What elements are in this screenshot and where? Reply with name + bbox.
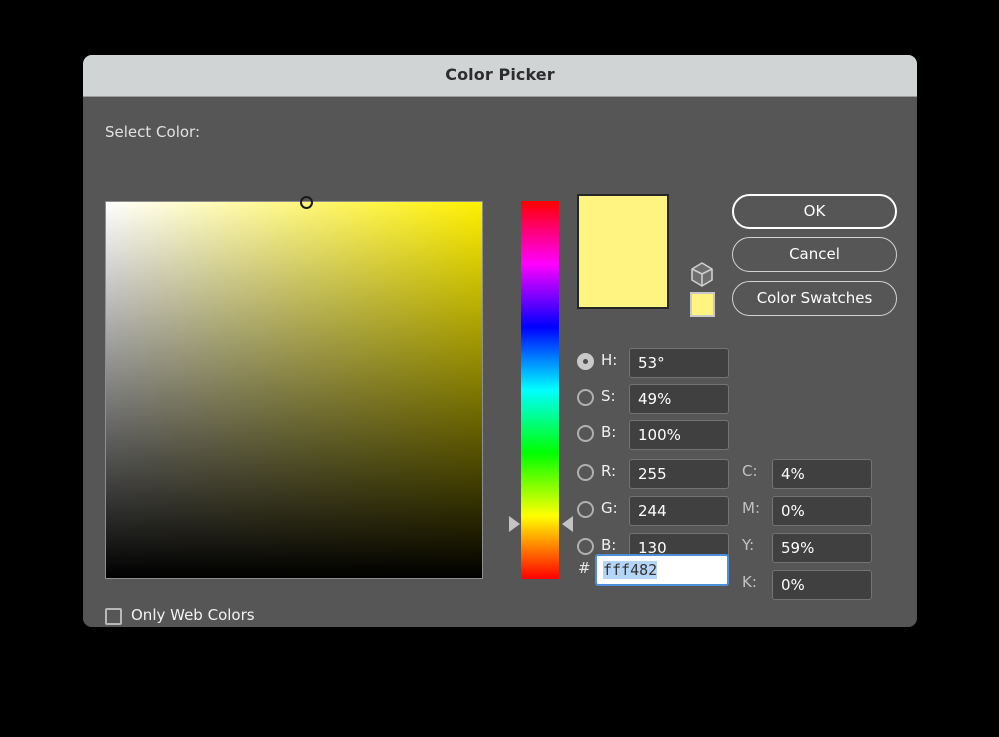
label-black: K: — [742, 573, 757, 591]
label-magenta: M: — [742, 499, 760, 517]
hex-input[interactable] — [595, 554, 729, 586]
ok-button[interactable]: OK — [732, 194, 897, 229]
color-swatches-button[interactable]: Color Swatches — [732, 281, 897, 316]
dialog-title: Color Picker — [445, 65, 555, 84]
input-brightness[interactable] — [629, 420, 729, 450]
saturation-brightness-square[interactable] — [105, 195, 483, 579]
sb-cursor-icon[interactable] — [299, 195, 313, 209]
label-green: G: — [601, 499, 618, 517]
radio-blue[interactable] — [577, 538, 594, 555]
label-brightness: B: — [601, 423, 617, 441]
radio-saturation[interactable] — [577, 389, 594, 406]
hue-slider[interactable] — [507, 201, 577, 579]
dialog-titlebar[interactable]: Color Picker — [83, 55, 917, 97]
color-picker-dialog: Color Picker Select Color: OK Cancel Col… — [83, 55, 917, 627]
select-color-label: Select Color: — [105, 123, 200, 141]
radio-brightness[interactable] — [577, 425, 594, 442]
cancel-button[interactable]: Cancel — [732, 237, 897, 272]
label-cyan: C: — [742, 462, 758, 480]
radio-red[interactable] — [577, 464, 594, 481]
radio-green[interactable] — [577, 501, 594, 518]
label-blue: B: — [601, 536, 617, 554]
input-cyan[interactable] — [772, 459, 872, 489]
color-preview-swatch — [577, 194, 669, 309]
label-red: R: — [601, 462, 617, 480]
label-saturation: S: — [601, 387, 616, 405]
only-web-colors-checkbox[interactable] — [105, 608, 122, 625]
radio-hue[interactable] — [577, 353, 594, 370]
hue-marker-left-icon[interactable] — [509, 516, 520, 533]
dialog-body: Select Color: OK Cancel Color Swatches H… — [83, 97, 917, 627]
only-web-colors-label: Only Web Colors — [131, 606, 255, 624]
web-safe-cube-icon[interactable] — [690, 261, 714, 287]
hue-marker-right-icon[interactable] — [562, 516, 573, 533]
web-safe-color-swatch[interactable] — [690, 292, 715, 317]
hex-prefix-label: # — [578, 559, 591, 577]
label-hue: H: — [601, 351, 618, 369]
input-red[interactable] — [629, 459, 729, 489]
input-hue[interactable] — [629, 348, 729, 378]
label-yellow: Y: — [742, 536, 755, 554]
input-magenta[interactable] — [772, 496, 872, 526]
input-green[interactable] — [629, 496, 729, 526]
input-yellow[interactable] — [772, 533, 872, 563]
input-saturation[interactable] — [629, 384, 729, 414]
input-black[interactable] — [772, 570, 872, 600]
hue-strip[interactable] — [521, 201, 559, 579]
